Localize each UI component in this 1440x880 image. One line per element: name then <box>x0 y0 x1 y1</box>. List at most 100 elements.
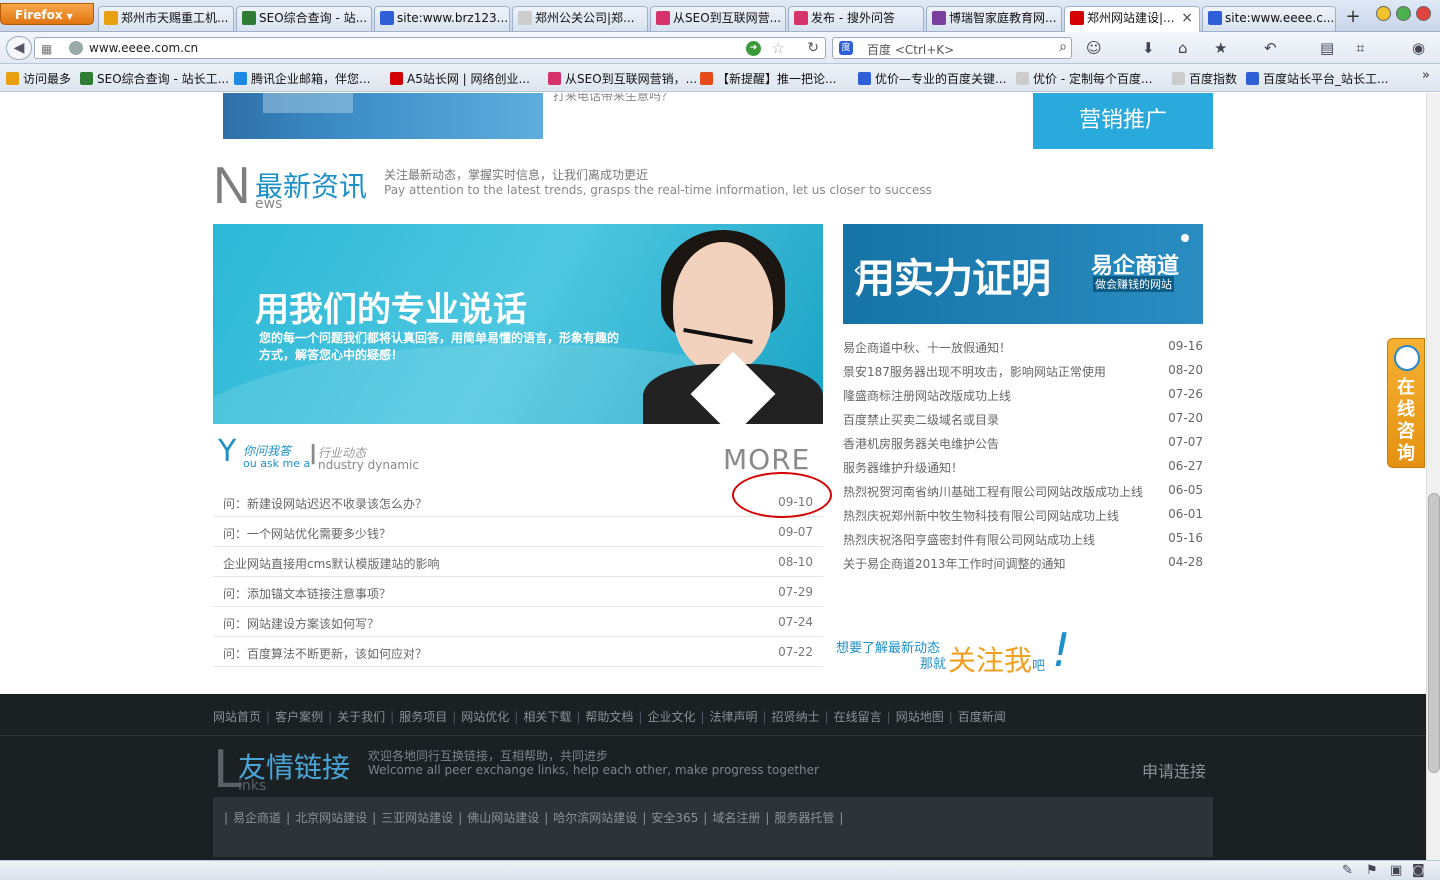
more-link[interactable]: MORE <box>723 443 810 476</box>
bookmark-item[interactable]: A5站长网 | 网络创业... <box>390 70 530 87</box>
online-consult-button[interactable]: 在线咨询 <box>1387 338 1425 468</box>
close-window-icon[interactable] <box>1416 6 1431 21</box>
qa-title[interactable]: 问：一个网站优化需要多少钱？ <box>223 525 391 542</box>
footer-nav-link[interactable]: 在线留言 <box>834 710 882 724</box>
news-row[interactable]: 热烈祝贺河南省纳川基础工程有限公司网站改版成功上线 06-05 <box>843 478 1203 502</box>
qa-title[interactable]: 问：百度算法不断更新，该如何应对？ <box>223 645 427 662</box>
reader-icon[interactable]: ▤ <box>1320 39 1334 57</box>
news-row[interactable]: 景安187服务器出现不明攻击，影响网站正常使用 08-20 <box>843 358 1203 382</box>
browser-tab[interactable]: site:www.brz123.... <box>374 6 510 31</box>
footer-nav-link[interactable]: 法律声明 <box>710 710 758 724</box>
browser-tab[interactable]: SEO综合查询 - 站... <box>236 6 372 31</box>
bookmark-item[interactable]: 优价 - 定制每个百度... <box>1016 70 1152 87</box>
bookmark-item[interactable]: 访问最多 <box>6 70 71 87</box>
download-icon[interactable]: ⬇ <box>1142 39 1155 57</box>
friend-link[interactable]: 易企商道 <box>233 811 281 825</box>
friend-link[interactable]: 安全365 <box>651 811 698 825</box>
reload-icon[interactable]: ↻ <box>807 40 819 56</box>
qa-row[interactable]: 问：网站建设方案该如何写？ 07-24 <box>213 607 823 637</box>
go-icon[interactable]: ➜ <box>746 41 761 56</box>
vertical-scrollbar[interactable] <box>1426 93 1440 860</box>
bookmark-star-icon[interactable]: ☆ <box>772 39 785 57</box>
camera-icon[interactable]: ◙ <box>1412 863 1425 878</box>
url-bar[interactable]: ▦ www.eeee.com.cn ➜ ☆ ↻ <box>34 37 826 59</box>
undo-icon[interactable]: ↶ <box>1264 39 1277 57</box>
friend-link[interactable]: 域名注册 <box>712 811 760 825</box>
back-button[interactable]: ◀ <box>6 36 32 60</box>
news-title[interactable]: 百度禁止买卖二级域名或目录 <box>843 411 999 428</box>
baidu-icon[interactable]: 度 <box>839 41 853 55</box>
news-row[interactable]: 香港机房服务器关电维护公告 07-07 <box>843 430 1203 454</box>
bookmarks-menu-icon[interactable]: ★ <box>1214 39 1227 57</box>
news-title[interactable]: 服务器维护升级通知！ <box>843 459 963 476</box>
scroll-thumb[interactable] <box>1428 493 1440 773</box>
browser-tab[interactable]: 郑州市天赐重工机... <box>98 6 234 31</box>
tools-icon[interactable]: ✎ <box>1342 863 1353 878</box>
bookmarks-overflow-icon[interactable]: » <box>1422 68 1430 83</box>
friend-link[interactable]: 服务器托管 <box>774 811 834 825</box>
browser-tab[interactable]: site:www.eeee.c... <box>1202 6 1336 31</box>
qa-row[interactable]: 问：添加锚文本链接注意事项？ 07-29 <box>213 577 823 607</box>
news-title[interactable]: 热烈庆祝郑州新中牧生物科技有限公司网站成功上线 <box>843 507 1119 524</box>
news-title[interactable]: 热烈庆祝洛阳亨盛密封件有限公司网站成功上线 <box>843 531 1095 548</box>
url-text[interactable]: www.eeee.com.cn <box>89 41 198 55</box>
follow-us-promo[interactable]: 想要了解最新动态 那就 关注我 吧 ! <box>836 623 1096 677</box>
browser-tab[interactable]: 从SEO到互联网营... <box>650 6 786 31</box>
addon-icon[interactable]: ☺ <box>1086 39 1102 57</box>
friend-link[interactable]: 佛山网站建设 <box>467 811 539 825</box>
footer-nav-link[interactable]: 帮助文档 <box>585 710 633 724</box>
footer-nav-link[interactable]: 网站首页 <box>213 710 261 724</box>
footer-nav-link[interactable]: 服务项目 <box>399 710 447 724</box>
footer-nav-link[interactable]: 企业文化 <box>647 710 695 724</box>
grid-icon[interactable]: ▦ <box>41 42 52 56</box>
firefox-menu-button[interactable]: Firefox ▼ <box>0 3 94 25</box>
news-row[interactable]: 热烈庆祝郑州新中牧生物科技有限公司网站成功上线 06-01 <box>843 502 1203 526</box>
bookmark-item[interactable]: 腾讯企业邮箱，伴您... <box>234 70 370 87</box>
friend-link[interactable]: 三亚网站建设 <box>381 811 453 825</box>
qa-title[interactable]: 企业网站直接用cms默认模版建站的影响 <box>223 555 440 572</box>
browser-tab[interactable]: 郑州网站建设|... × <box>1064 6 1200 32</box>
qa-row[interactable]: 问：百度算法不断更新，该如何应对？ 07-22 <box>213 637 823 667</box>
tab-industry-dynamic-en[interactable]: ndustry dynamic <box>318 458 419 472</box>
slider-dot-icon[interactable] <box>1181 234 1189 242</box>
news-row[interactable]: 百度禁止买卖二级域名或目录 07-20 <box>843 406 1203 430</box>
footer-nav-link[interactable]: 百度新闻 <box>958 710 1006 724</box>
qa-title[interactable]: 问：新建设网站迟迟不收录该怎么办？ <box>223 495 427 512</box>
news-title[interactable]: 隆盛商标注册网站改版成功上线 <box>843 387 1011 404</box>
news-title[interactable]: 关于易企商道2013年工作时间调整的通知 <box>843 555 1066 572</box>
news-title[interactable]: 易企商道中秋、十一放假通知！ <box>843 339 1011 356</box>
browser-tab[interactable]: 博瑞智家庭教育网... <box>926 6 1062 31</box>
weibo-icon[interactable]: ◉ <box>1412 39 1425 57</box>
news-row[interactable]: 服务器维护升级通知！ 06-27 <box>843 454 1203 478</box>
friend-link[interactable]: 北京网站建设 <box>295 811 367 825</box>
news-row[interactable]: 易企商道中秋、十一放假通知！ 09-16 <box>843 334 1203 358</box>
footer-nav-link[interactable]: 相关下载 <box>523 710 571 724</box>
bookmark-item[interactable]: SEO综合查询 - 站长工... <box>80 70 229 87</box>
flag-icon[interactable]: ⚑ <box>1366 863 1378 878</box>
qa-title[interactable]: 问：网站建设方案该如何写？ <box>223 615 379 632</box>
marketing-button[interactable]: 营销推广 <box>1033 93 1213 149</box>
qa-row[interactable]: 问：一个网站优化需要多少钱？ 09-07 <box>213 517 823 547</box>
news-row[interactable]: 热烈庆祝洛阳亨盛密封件有限公司网站成功上线 05-16 <box>843 526 1203 550</box>
new-tab-button[interactable]: + <box>1340 6 1366 30</box>
search-placeholder[interactable]: 百度 <Ctrl+K> <box>867 41 954 58</box>
browser-tab[interactable]: 郑州公关公司|郑... <box>512 6 648 31</box>
bookmark-item[interactable]: 从SEO到互联网营销，... <box>548 70 697 87</box>
qa-title[interactable]: 问：添加锚文本链接注意事项？ <box>223 585 391 602</box>
qa-row[interactable]: 企业网站直接用cms默认模版建站的影响 08-10 <box>213 547 823 577</box>
apply-link-button[interactable]: 申请连接 <box>1142 758 1206 782</box>
top-banner-image[interactable] <box>223 93 543 139</box>
minimize-icon[interactable] <box>1376 6 1391 21</box>
search-bar[interactable]: 度 百度 <Ctrl+K> ⌕ <box>832 37 1072 59</box>
bookmark-item[interactable]: 百度站长平台_站长工... <box>1246 70 1388 87</box>
news-row[interactable]: 关于易企商道2013年工作时间调整的通知 04-28 <box>843 550 1203 574</box>
brand-banner[interactable]: ‹ 用实力证明 易企商道 做会赚钱的网站 <box>843 224 1203 324</box>
browser-tab[interactable]: 发布 - 搜外问答 <box>788 6 924 31</box>
bookmark-item[interactable]: 【新提醒】推一把论... <box>700 70 836 87</box>
home-icon[interactable]: ⌂ <box>1178 39 1188 57</box>
tab-close-icon[interactable]: × <box>1181 7 1193 30</box>
news-title[interactable]: 热烈祝贺河南省纳川基础工程有限公司网站改版成功上线 <box>843 483 1143 500</box>
search-icon[interactable]: ⌕ <box>1059 39 1067 55</box>
maximize-icon[interactable] <box>1396 6 1411 21</box>
crop-icon[interactable]: ⌗ <box>1356 39 1364 57</box>
